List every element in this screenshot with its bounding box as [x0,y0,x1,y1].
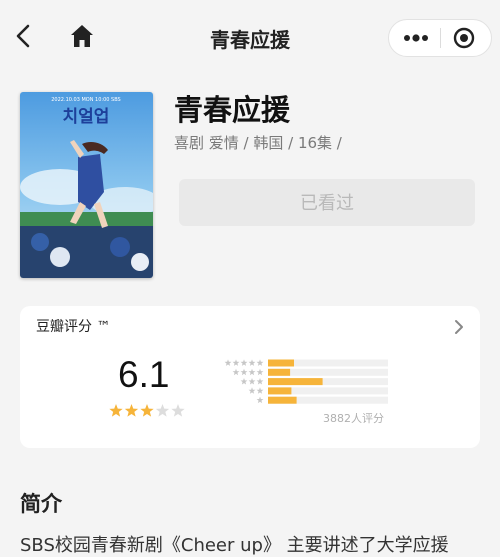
distribution-star-icon [256,387,264,394]
more-dots-icon[interactable] [399,28,435,48]
distribution-star-icon [248,378,256,385]
poster-artwork: 치얼업 2022.10.03 MON 10:00 SBS [20,92,153,278]
distribution-star-icon [256,359,264,366]
rating-score: 6.1 [118,354,170,395]
distribution-star-icon [240,359,248,366]
movie-meta: 喜剧 爱情 / 韩国 / 16集 / [174,134,342,152]
navigation-bar: 青春应援 [0,0,500,76]
distribution-star-icon [256,368,264,376]
chevron-right-icon[interactable] [452,318,466,336]
home-icon[interactable] [68,22,96,50]
distribution-bar [268,359,294,367]
distribution-star-icon [248,387,256,394]
star-filled-icon [124,404,139,417]
chevron-left-icon[interactable] [12,22,36,50]
distribution-star-icon [248,359,256,366]
star-filled-icon [140,404,154,417]
distribution-star-icon [256,378,264,385]
rating-stars [109,404,185,417]
star-filled-icon [109,404,123,417]
distribution-star-icon [248,368,256,376]
poster-tagline: 2022.10.03 MON 10:00 SBS [51,97,121,103]
watched-button[interactable]: 已看过 [179,179,475,226]
star-empty-icon [155,404,170,417]
rating-card[interactable]: 豆瓣评分 ™ 6.1 3882人评分 [20,306,480,448]
distribution-star-icon [232,359,240,366]
distribution-star-icon [224,359,232,366]
distribution-bar [268,396,297,404]
distribution-star-icon [240,378,248,385]
rating-distribution [224,359,388,404]
distribution-star-icon [232,368,240,376]
poster-logo: 치얼업 [63,107,110,127]
intro-text: SBS校园青春新剧《Cheer up》 主要讲述了大学应援 [20,535,449,556]
distribution-bar [268,387,292,395]
rating-label: 豆瓣评分 ™ [36,319,111,335]
distribution-bar [268,368,291,376]
distribution-bar [268,378,323,386]
vote-count: 3882人评分 [323,412,384,425]
distribution-star-icon [240,368,248,376]
star-empty-icon [171,404,185,417]
mini-program-capsule [388,19,492,57]
poster-image[interactable]: 치얼업 2022.10.03 MON 10:00 SBS [20,92,153,278]
capsule-divider [440,28,441,48]
distribution-star-icon [256,396,264,404]
intro-heading: 简介 [20,492,62,516]
page-title: 青春应援 [210,28,290,52]
close-target-icon[interactable] [450,26,478,50]
movie-title: 青春应援 [174,93,291,127]
